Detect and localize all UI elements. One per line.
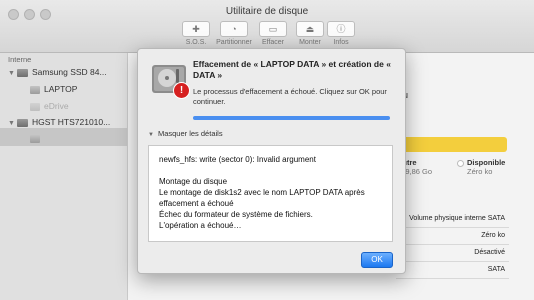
log-line: effacement a échoué (159, 199, 234, 208)
volume-icon (30, 102, 40, 111)
info-icon: ⓘ (327, 21, 355, 37)
hide-details-label: Masquer les détails (157, 129, 223, 138)
usage-free-value: Zéro ko (467, 167, 493, 176)
usage-bar (395, 137, 507, 152)
log-line: Échec du formateur de système de fichier… (159, 210, 313, 219)
info-button[interactable]: ⓘ Infos (321, 21, 361, 46)
progress-bar (193, 116, 390, 120)
info-table-cell: Désactivé (396, 245, 509, 262)
info-label: Infos (333, 39, 349, 46)
hard-disk-icon (16, 118, 28, 127)
sidebar-item-label: eDrive (44, 101, 69, 111)
usage-free-label: Disponible (467, 158, 506, 167)
titlebar: Utilitaire de disque ✚ S.O.S. ◔ Partitio… (0, 0, 534, 53)
erase-icon: ▭ (259, 21, 287, 37)
alert-icon: ! (173, 82, 190, 99)
info-table-cell: Zéro ko (396, 228, 509, 245)
sidebar-section-header: Interne (8, 55, 32, 64)
erase-error-sheet: ! Effacement de « LAPTOP DATA » et créat… (137, 48, 406, 274)
sidebar-item-label: LAPTOP (44, 84, 78, 94)
dialog-title: Effacement de « LAPTOP DATA » et créatio… (193, 59, 391, 80)
log-line: Le montage de disk1s2 avec le nom LAPTOP… (159, 188, 365, 197)
log-line: Montage du disque (159, 177, 228, 186)
erase-label: Effacer (261, 39, 285, 46)
volume-icon (30, 134, 40, 143)
log-line: L'opération a échoué… (159, 221, 242, 230)
sidebar-item-samsung-ssd[interactable]: ▼ Samsung SSD 84... (8, 67, 107, 77)
dialog-message: Le processus d'effacement a échoué. Cliq… (193, 87, 387, 106)
details-log[interactable]: newfs_hfs: write (sector 0): Invalid arg… (148, 145, 393, 242)
free-space-dot-icon (457, 159, 464, 167)
sidebar-selection-highlight (0, 128, 127, 146)
progress-fill (193, 116, 390, 120)
log-line: newfs_hfs: write (sector 0): Invalid arg… (159, 155, 316, 164)
info-table-cell: SATA (396, 262, 509, 279)
sidebar-item-edrive[interactable]: eDrive (30, 101, 69, 111)
erase-button[interactable]: ▭ Effacer (253, 21, 293, 46)
volume-icon (30, 85, 40, 94)
window-title: Utilitaire de disque (225, 6, 309, 17)
sidebar-item-hgst[interactable]: ▼ HGST HTS721010... (8, 117, 110, 127)
disk-utility-window: Utilitaire de disque ✚ S.O.S. ◔ Partitio… (0, 0, 534, 300)
sidebar-item-hgst-volume[interactable] (30, 133, 44, 143)
usage-free: Disponible Zéro ko (457, 158, 505, 176)
hard-disk-icon (16, 68, 28, 77)
sidebar-item-label: HGST HTS721010... (31, 117, 111, 127)
mount-icon: ⏏ (296, 21, 324, 37)
sidebar: Interne ▼ Samsung SSD 84... LAPTOP eDrive… (0, 53, 128, 300)
sidebar-item-label: Samsung SSD 84... (31, 67, 107, 77)
sidebar-item-laptop[interactable]: LAPTOP (30, 84, 77, 94)
partition-label: Partitionner (216, 39, 252, 46)
sos-button[interactable]: ✚ S.O.S. (176, 21, 216, 46)
info-table-cell: Volume physique interne SATA (396, 211, 509, 228)
stethoscope-icon: ✚ (182, 21, 210, 37)
sos-label: S.O.S. (185, 39, 207, 46)
disclosure-down-icon: ▼ (148, 132, 154, 138)
disclosure-down-icon[interactable]: ▼ (8, 120, 15, 127)
disclosure-down-icon[interactable]: ▼ (8, 70, 15, 77)
partition-button[interactable]: ◔ Partitionner (214, 21, 254, 46)
info-table: Volume physique interne SATA Zéro ko Dés… (396, 211, 509, 279)
ok-button[interactable]: OK (361, 252, 393, 268)
hide-details-toggle[interactable]: ▼ Masquer les détails (148, 129, 223, 138)
partition-icon: ◔ (220, 21, 248, 37)
